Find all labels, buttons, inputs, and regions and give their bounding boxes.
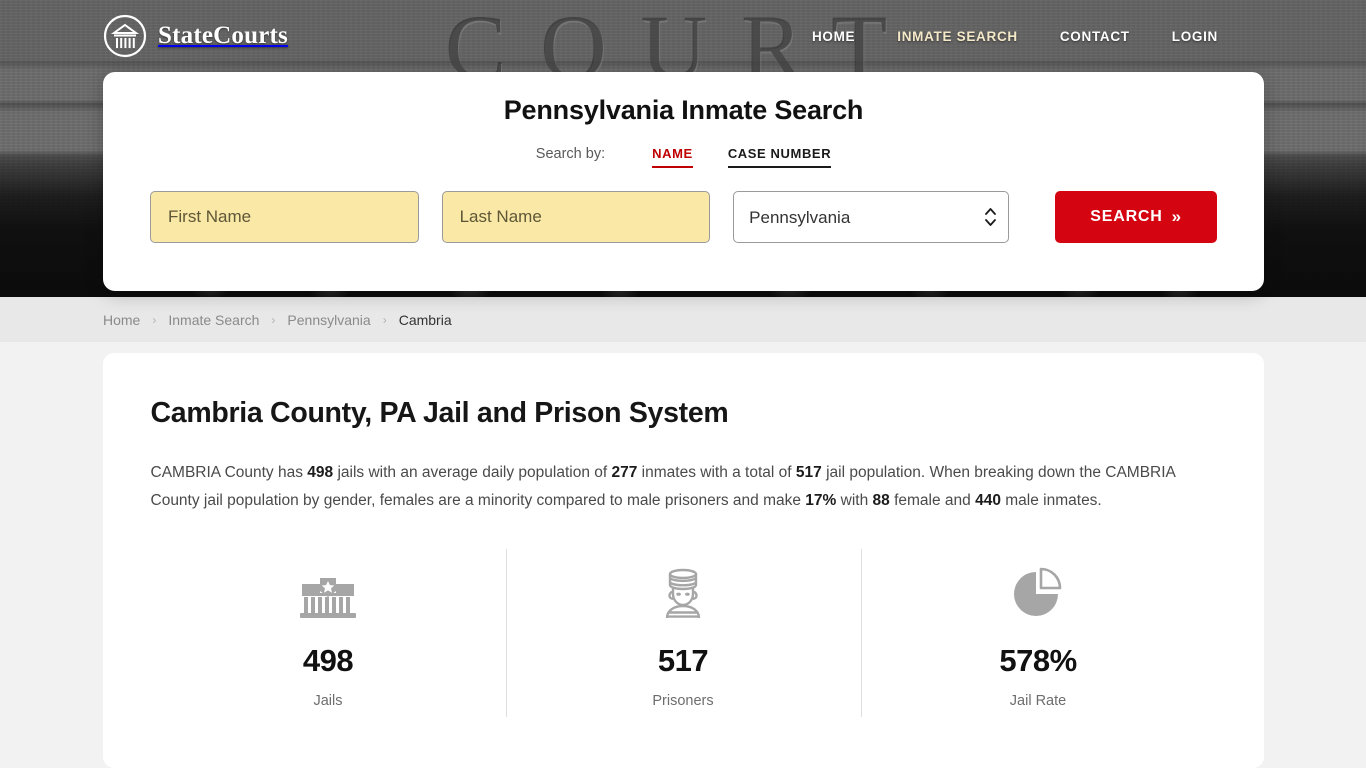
county-content-card: Cambria County, PA Jail and Prison Syste… bbox=[102, 353, 1264, 768]
page-title: Cambria County, PA Jail and Prison Syste… bbox=[150, 397, 729, 429]
jail-building-icon bbox=[151, 562, 506, 624]
breadcrumb-item-inmate-search[interactable]: Inmate Search bbox=[168, 312, 259, 328]
county-statistics: 498 Jails 517 Prisoners 578% Jail Rate bbox=[151, 549, 1216, 731]
nav-item-inmate-search[interactable]: INMATE SEARCH bbox=[897, 29, 1018, 44]
nav-item-login[interactable]: LOGIN bbox=[1172, 29, 1218, 44]
main-nav: HOME INMATE SEARCH CONTACT LOGIN bbox=[812, 29, 1218, 44]
search-card-title: Pennsylvania Inmate Search bbox=[503, 95, 864, 125]
tab-search-by-case-number[interactable]: CASE NUMBER bbox=[727, 146, 832, 168]
breadcrumb-separator-icon: › bbox=[271, 312, 276, 327]
search-form: Pennsylvania SEARCH » bbox=[103, 191, 1264, 243]
stat-prisoners: 517 Prisoners bbox=[505, 549, 861, 731]
search-button[interactable]: SEARCH » bbox=[1055, 191, 1218, 243]
state-select[interactable]: Pennsylvania bbox=[733, 191, 1010, 243]
state-select-wrapper: Pennsylvania bbox=[733, 191, 1010, 243]
stat-prisoners-label: Prisoners bbox=[652, 693, 714, 710]
brand-logo-link[interactable]: StateCourts bbox=[103, 14, 288, 58]
nav-item-home[interactable]: HOME bbox=[812, 29, 855, 44]
top-navigation-bar: StateCourts HOME INMATE SEARCH CONTACT L… bbox=[0, 0, 1366, 72]
stat-jails: 498 Jails bbox=[151, 549, 506, 731]
nav-item-contact[interactable]: CONTACT bbox=[1060, 29, 1130, 44]
first-name-input[interactable] bbox=[150, 191, 419, 243]
page-body: Cambria County, PA Jail and Prison Syste… bbox=[0, 342, 1366, 768]
breadcrumb-item-home[interactable]: Home bbox=[103, 312, 140, 328]
stat-jail-rate-value: 578% bbox=[999, 643, 1077, 679]
stat-prisoners-value: 517 bbox=[657, 643, 709, 679]
breadcrumb-item-cambria: Cambria bbox=[398, 311, 452, 328]
stat-jails-value: 498 bbox=[302, 643, 354, 679]
brand-name: StateCourts bbox=[158, 22, 288, 49]
search-button-label: SEARCH bbox=[1090, 208, 1163, 225]
breadcrumb-separator-icon: › bbox=[152, 312, 157, 327]
double-chevron-right-icon: » bbox=[1171, 207, 1182, 226]
pie-chart-icon bbox=[861, 562, 1216, 624]
search-by-row: Search by: NAME CASE NUMBER bbox=[103, 146, 1264, 168]
search-by-label: Search by: bbox=[535, 146, 606, 162]
breadcrumb-separator-icon: › bbox=[382, 312, 387, 327]
inmate-search-card: Pennsylvania Inmate Search Search by: NA… bbox=[103, 72, 1264, 291]
courthouse-circle-icon bbox=[103, 14, 147, 58]
stat-jails-label: Jails bbox=[313, 693, 343, 710]
breadcrumb-item-pennsylvania[interactable]: Pennsylvania bbox=[287, 312, 370, 328]
prisoner-icon bbox=[506, 562, 861, 624]
county-summary-paragraph: CAMBRIA County has 498 jails with an ave… bbox=[150, 464, 1176, 510]
tab-search-by-name[interactable]: NAME bbox=[652, 146, 693, 168]
stat-jail-rate: 578% Jail Rate bbox=[860, 549, 1216, 731]
last-name-input[interactable] bbox=[441, 191, 711, 243]
stat-jail-rate-label: Jail Rate bbox=[1009, 693, 1067, 710]
breadcrumb: Home › Inmate Search › Pennsylvania › Ca… bbox=[0, 297, 1366, 342]
